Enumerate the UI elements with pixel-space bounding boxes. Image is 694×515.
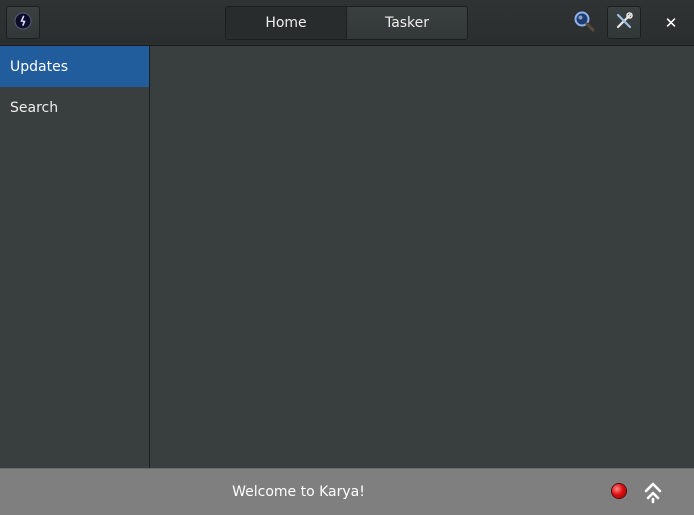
close-icon: ✕ (664, 14, 678, 32)
sidebar-item-search[interactable]: Search (0, 87, 149, 128)
header-bar: Home Tasker ✕ (0, 0, 694, 46)
karya-app-icon (14, 12, 32, 34)
status-message: Welcome to Karya! (232, 484, 365, 500)
status-bar: Welcome to Karya! (0, 468, 694, 515)
sidebar-item-updates[interactable]: Updates (0, 46, 149, 87)
sidebar: Updates Search (0, 46, 150, 468)
view-switcher: Home Tasker (225, 6, 468, 40)
close-button[interactable]: ✕ (656, 8, 686, 38)
tools-button[interactable] (607, 6, 641, 39)
app-window: Home Tasker ✕ Updates Search Welcome to … (0, 0, 694, 515)
search-icon (572, 9, 596, 37)
upload-icon[interactable] (642, 480, 664, 504)
main-content-area (150, 46, 694, 468)
tab-tasker[interactable]: Tasker (346, 7, 467, 39)
tools-icon (615, 11, 633, 34)
tab-home[interactable]: Home (226, 7, 346, 39)
record-indicator-icon[interactable] (612, 484, 626, 498)
search-button[interactable] (568, 6, 600, 39)
app-menu-button[interactable] (6, 6, 40, 39)
